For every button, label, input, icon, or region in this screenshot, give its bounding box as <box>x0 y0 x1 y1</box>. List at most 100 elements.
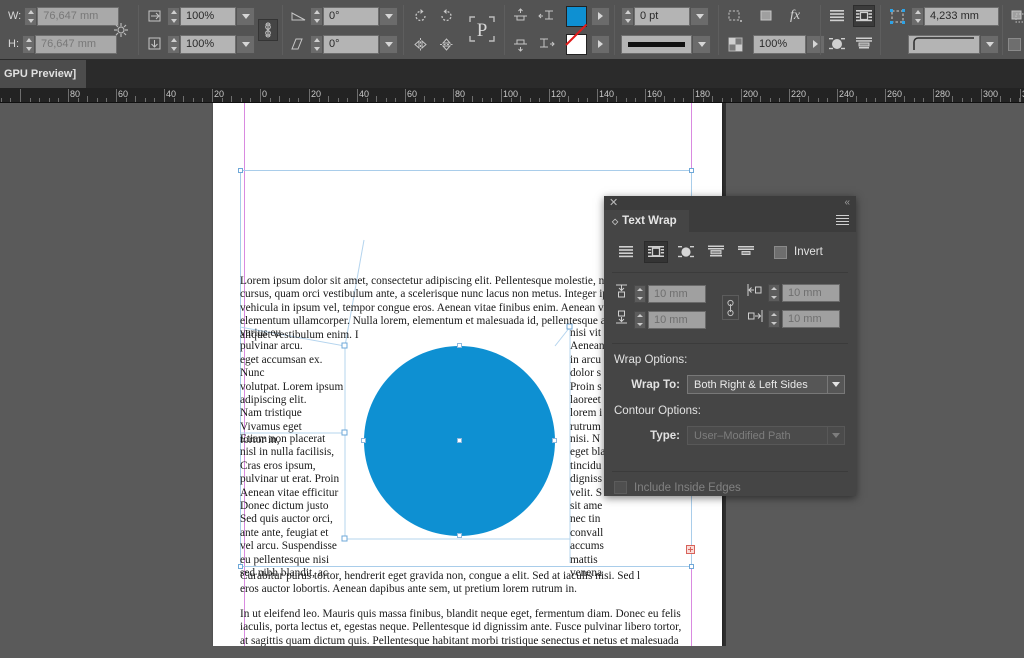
scale-x-stepper[interactable] <box>167 6 180 26</box>
panel-menu-icon[interactable] <box>836 215 849 227</box>
corner-radius-input[interactable]: 4,233 mm <box>924 6 999 26</box>
fill-swatch-dropdown[interactable] <box>591 6 610 26</box>
corner-radius-stepper[interactable] <box>911 6 924 26</box>
stroke-style-preview[interactable] <box>621 34 692 54</box>
corner-style-dropdown[interactable] <box>980 34 999 54</box>
offset-bottom-input[interactable]: 10 mm <box>648 310 706 329</box>
opacity-dropdown[interactable] <box>806 34 825 54</box>
object-effects-icon[interactable] <box>756 5 778 27</box>
chevron-down-icon[interactable] <box>827 427 844 444</box>
panel-title-bar[interactable]: ✕ « <box>604 196 856 210</box>
width-input[interactable]: 76,647 mm <box>37 6 120 26</box>
align-bottom-icon[interactable] <box>509 33 531 55</box>
scale-x-input[interactable]: 100% <box>180 6 236 26</box>
shear-input[interactable]: 0° <box>323 34 379 54</box>
include-inside-edges-checkbox[interactable] <box>614 481 627 494</box>
invert-checkbox[interactable] <box>774 245 787 259</box>
flip-horizontal-icon[interactable] <box>409 33 431 55</box>
rotation-stepper[interactable] <box>310 6 323 26</box>
auto-fit-checkbox-row[interactable] <box>1008 31 1021 57</box>
scale-y-stepper[interactable] <box>167 34 180 54</box>
offset-left-input[interactable]: 10 mm <box>782 283 840 302</box>
constrain-scale-link-button[interactable] <box>258 19 278 41</box>
opacity-input[interactable]: 100% <box>753 34 806 54</box>
offset-left-stepper[interactable] <box>768 283 780 302</box>
link-offsets-button[interactable] <box>722 295 739 320</box>
offset-right-input[interactable]: 10 mm <box>782 309 840 328</box>
collapse-panel-icon[interactable]: « <box>844 197 850 209</box>
distribute-left-icon[interactable] <box>535 5 557 27</box>
shape-center-point[interactable] <box>457 438 462 443</box>
width-stepper[interactable] <box>24 6 38 26</box>
shape-handle-top[interactable] <box>457 343 462 348</box>
drop-shadow-icon[interactable] <box>724 5 746 27</box>
shape-handle-bottom[interactable] <box>457 533 462 538</box>
offset-right-stepper[interactable] <box>768 309 780 328</box>
frame-handle-tr[interactable] <box>689 168 694 173</box>
wrap-to-select[interactable]: Both Right & Left Sides <box>687 375 845 394</box>
fill-color-swatch[interactable] <box>566 5 587 27</box>
include-inside-edges-row[interactable]: Include Inside Edges <box>604 472 856 494</box>
rotate-ccw-90-icon[interactable] <box>409 5 431 27</box>
ruler-minor-tick <box>173 98 175 102</box>
wrap-object-shape-icon[interactable] <box>826 33 848 55</box>
scale-x-dropdown[interactable] <box>236 6 255 26</box>
shape-handle-left[interactable] <box>361 438 366 443</box>
wrap-mode-bounding-box-button[interactable] <box>644 241 668 263</box>
wrap-mode-jump-object-button[interactable] <box>704 241 728 263</box>
tab-text-wrap[interactable]: ◇ Text Wrap <box>604 210 689 232</box>
stroke-weight-stepper[interactable] <box>621 6 634 26</box>
distribute-right-icon[interactable] <box>535 33 557 55</box>
document-tab[interactable]: GPU Preview] <box>0 60 88 88</box>
fx-label[interactable]: fx <box>790 8 800 24</box>
ruler-minor-tick <box>472 96 474 102</box>
horizontal-ruler[interactable]: 80 60 40 20 0 20 40 60 80 100 120 140 160 180 200 220 24… <box>0 88 1024 103</box>
rotate-cw-90-icon[interactable] <box>435 5 457 27</box>
height-stepper[interactable] <box>22 34 35 54</box>
transparency-grid-icon[interactable] <box>724 33 746 55</box>
wrap-mode-buttons: Invert <box>604 232 856 263</box>
shear-stepper[interactable] <box>310 34 323 54</box>
no-text-wrap-icon[interactable] <box>826 5 848 27</box>
frame-fitting-options[interactable] <box>1008 3 1024 29</box>
preview-mode-icon[interactable]: P <box>462 9 502 49</box>
rotation-input[interactable]: 0° <box>323 6 379 26</box>
constrain-proportions-icon[interactable] <box>110 19 132 41</box>
frame-fitting-icon[interactable] <box>1008 5 1024 27</box>
ruler-minor-tick <box>77 98 79 102</box>
opacity-control: 100% <box>724 31 825 57</box>
stroke-style-dropdown[interactable] <box>692 34 711 54</box>
offset-top-stepper[interactable] <box>634 284 646 303</box>
scale-y-dropdown[interactable] <box>236 34 255 54</box>
rotation-dropdown[interactable] <box>379 6 398 26</box>
wrap-mode-none-button[interactable] <box>614 241 638 263</box>
wrap-bounding-box-icon[interactable] <box>853 5 875 27</box>
align-top-icon[interactable] <box>509 5 531 27</box>
jump-object-icon[interactable] <box>853 33 875 55</box>
wrap-mode-jump-next-column-button[interactable] <box>734 241 758 263</box>
close-icon[interactable]: ✕ <box>609 197 618 209</box>
offset-top-input[interactable]: 10 mm <box>648 284 706 303</box>
auto-fit-checkbox[interactable] <box>1008 37 1021 51</box>
corner-style-preview[interactable] <box>908 34 980 54</box>
chevron-down-icon[interactable] <box>827 376 844 393</box>
stroke-weight-input[interactable]: 0 pt <box>634 6 690 26</box>
shear-dropdown[interactable] <box>379 34 398 54</box>
scale-y-input[interactable]: 100% <box>180 34 236 54</box>
stroke-color-swatch-none[interactable] <box>566 33 587 55</box>
ruler-minor-tick <box>279 96 281 102</box>
panel-body: Invert 10 mm 10 mm 10 mm 10 mm Wrap Opti… <box>604 232 856 494</box>
frame-handle-tl[interactable] <box>238 168 243 173</box>
corner-shape-icon[interactable] <box>886 5 908 27</box>
wrap-mode-object-shape-button[interactable] <box>674 241 698 263</box>
offset-bottom-stepper[interactable] <box>634 310 646 329</box>
height-input[interactable]: 76,647 mm <box>35 34 117 54</box>
divider <box>614 5 615 55</box>
stroke-swatch-dropdown[interactable] <box>591 34 610 54</box>
document-canvas[interactable]: Lorem ipsum dolor sit amet, consectetur … <box>0 103 1024 658</box>
shape-handle-right[interactable] <box>552 438 557 443</box>
contour-type-select[interactable]: User–Modified Path <box>687 426 845 445</box>
stroke-weight-dropdown[interactable] <box>690 6 709 26</box>
ruler-minor-tick <box>1009 98 1011 102</box>
flip-vertical-icon[interactable] <box>435 33 457 55</box>
